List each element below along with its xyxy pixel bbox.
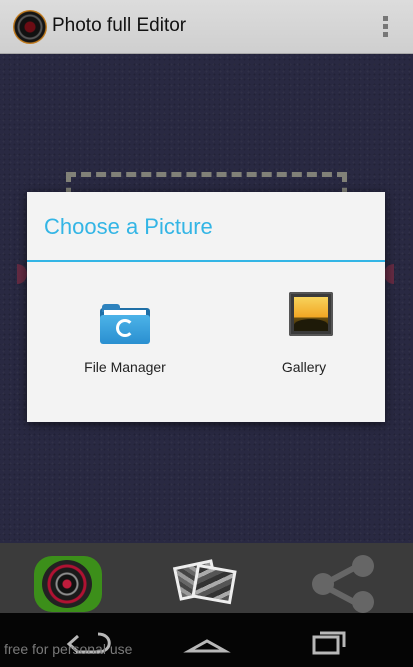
recent-apps-icon[interactable] — [297, 623, 357, 657]
gallery-icon — [289, 292, 333, 336]
watermark-text: free for personal use — [4, 641, 133, 657]
gallery-label: Gallery — [281, 359, 327, 375]
file-manager-label: File Manager — [84, 359, 166, 375]
gallery-option[interactable]: Gallery — [223, 270, 385, 420]
folder-sync-icon — [100, 304, 150, 344]
left-handle — [17, 264, 27, 284]
dialog-title: Choose a Picture — [44, 214, 213, 239]
app-title: Photo full Editor — [52, 15, 187, 36]
overflow-menu-icon[interactable] — [383, 16, 389, 40]
camera-button[interactable] — [34, 556, 102, 612]
photo-stack-icon — [191, 563, 237, 605]
navigation-bar — [0, 613, 413, 667]
action-bar: Photo full Editor — [0, 0, 413, 54]
home-icon[interactable] — [177, 623, 237, 657]
dialog-divider — [27, 260, 385, 262]
camera-lens-icon[interactable] — [13, 10, 47, 44]
share-icon — [352, 555, 374, 577]
file-manager-option[interactable]: File Manager — [27, 270, 223, 420]
camera-lens-icon — [42, 560, 92, 608]
photos-button[interactable] — [172, 553, 238, 611]
share-button[interactable] — [310, 553, 380, 613]
choose-picture-dialog: Choose a Picture File Manager Gallery — [27, 192, 385, 422]
right-handle — [384, 264, 394, 284]
